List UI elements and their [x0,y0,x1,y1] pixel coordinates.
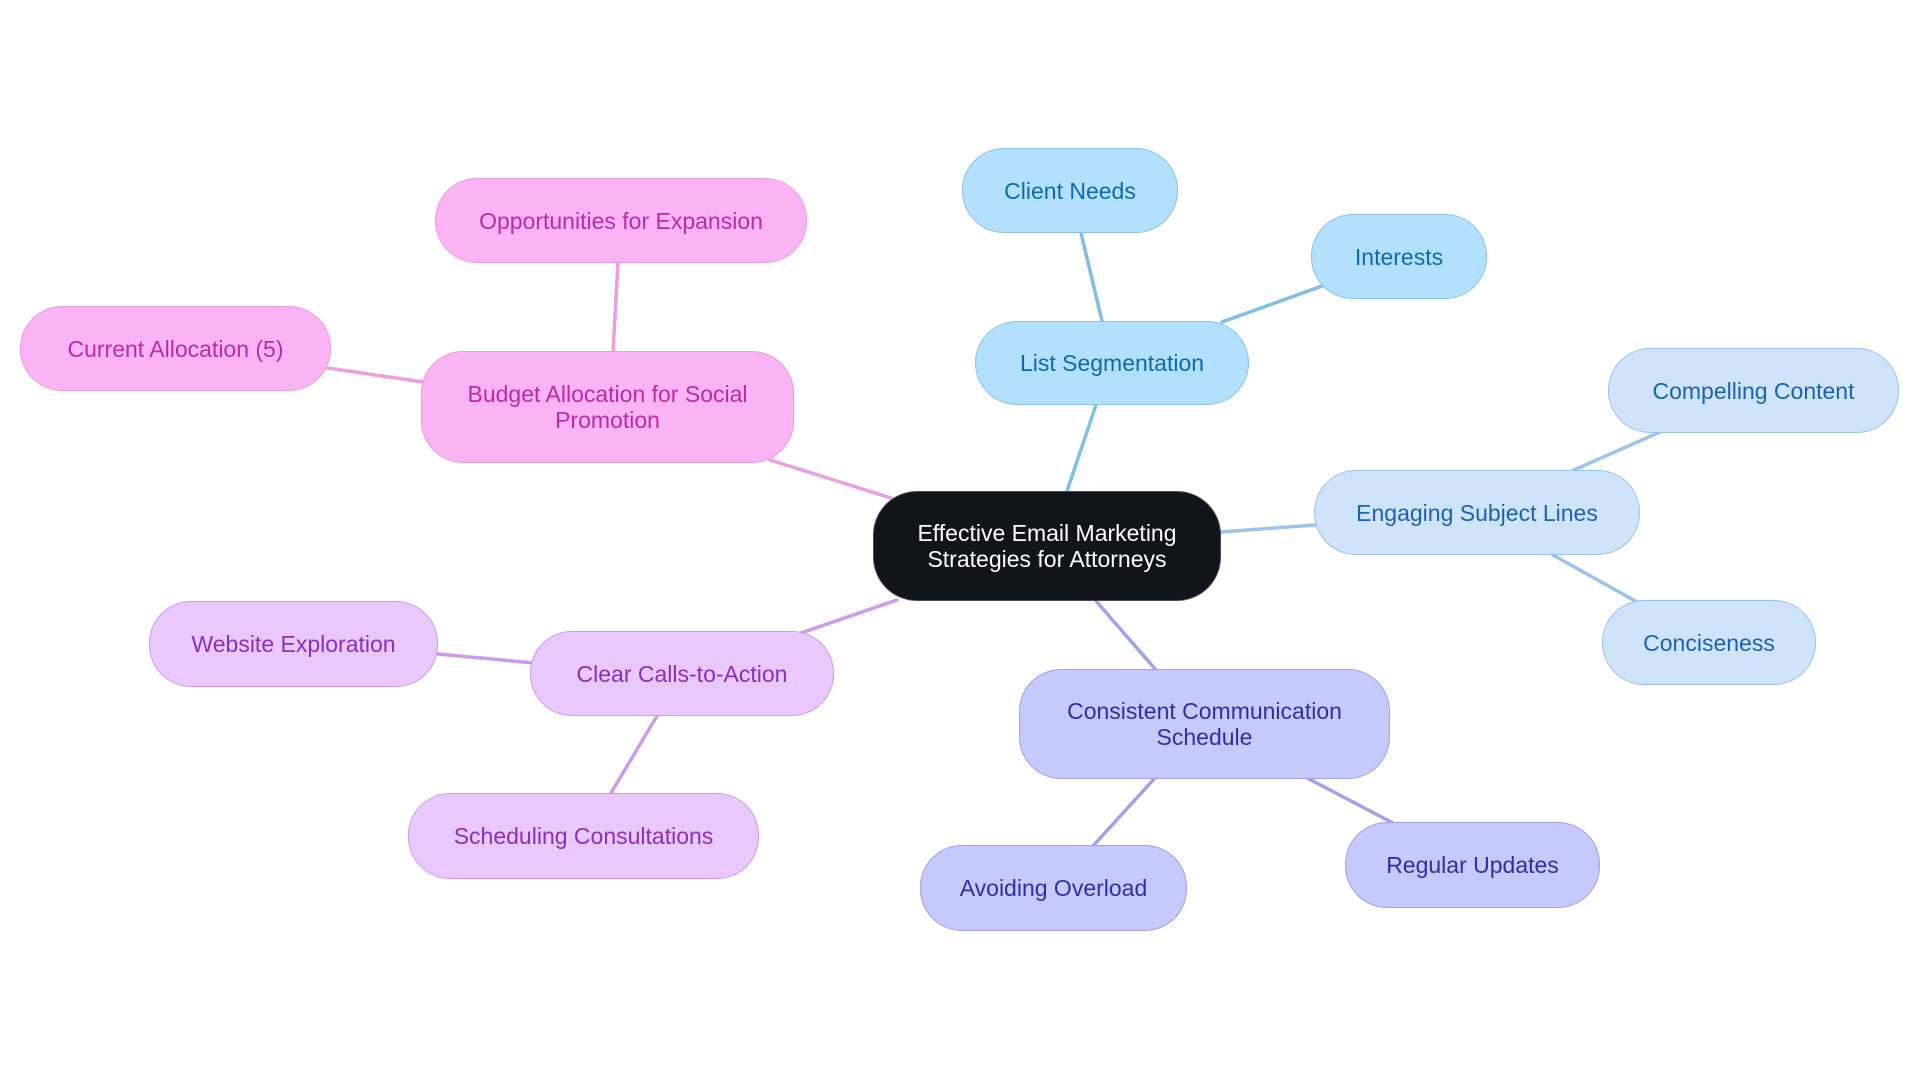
node-clear-calls-to-action[interactable]: Clear Calls-to-Action [530,631,834,716]
node-label: Conciseness [1643,630,1775,656]
node-label: Avoiding Overload [960,875,1148,901]
node-label-line: Compelling Content [1652,377,1855,404]
node-label: Consistent Communication Schedule [1067,698,1342,750]
node-label: Clear Calls-to-Action [577,661,788,687]
edge-budget-allocation-to-current-allocation [326,366,425,384]
node-scheduling-consultations[interactable]: Scheduling Consultations [408,793,759,879]
node-regular-updates[interactable]: Regular Updates [1345,822,1600,908]
node-label: Budget Allocation for Social Promotion [467,381,747,433]
edge-root-to-consistent-communication-schedule [1094,599,1158,672]
edge-root-to-engaging-subject-lines [1219,523,1317,534]
node-label-line: Regular Updates [1386,852,1559,878]
node-label: Client Needs [1004,178,1136,204]
node-label: List Segmentation [1020,350,1204,376]
node-label: Regular Updates [1386,852,1559,878]
node-website-exploration[interactable]: Website Exploration [149,601,438,687]
node-list-segmentation[interactable]: List Segmentation [975,321,1249,405]
node-label: Compelling Content [1652,378,1854,404]
node-label: Interests [1355,244,1443,270]
node-label-line: Avoiding Overload [959,875,1148,901]
node-root[interactable]: Effective Email Marketing Strategies for … [873,491,1221,601]
node-interests[interactable]: Interests [1311,214,1487,299]
node-label-line: Conciseness [1643,629,1775,656]
node-conciseness[interactable]: Conciseness [1602,600,1816,685]
node-label-line: Consistent Communication [1067,698,1342,724]
node-consistent-communication-schedule[interactable]: Consistent Communication Schedule [1019,669,1390,779]
edge-engaging-subject-lines-to-conciseness [1551,553,1639,604]
edge-root-to-budget-allocation [768,458,893,500]
node-label-line: Effective Email Marketing [917,520,1177,546]
node-label: Scheduling Consultations [454,823,714,849]
node-label: Website Exploration [191,631,395,657]
node-label-line: Engaging Subject Lines [1356,499,1598,526]
edge-root-to-clear-calls-to-action [799,598,899,635]
node-current-allocation[interactable]: Current Allocation (5) [20,306,331,391]
node-label-line: Scheduling Consultations [453,823,714,849]
node-label-line: Promotion [555,407,660,433]
edge-consistent-communication-schedule-to-regular-updates [1307,777,1395,825]
edge-engaging-subject-lines-to-compelling-content [1572,430,1662,472]
node-label-line: Website Exploration [191,631,396,657]
node-label-line: List Segmentation [1019,350,1205,376]
edge-consistent-communication-schedule-to-avoiding-overload [1091,777,1156,848]
edge-clear-calls-to-action-to-website-exploration [436,652,536,665]
node-label-line: Current Allocation (5) [67,335,284,362]
edge-list-segmentation-to-client-needs [1079,231,1104,323]
node-engaging-subject-lines[interactable]: Engaging Subject Lines [1314,470,1640,555]
node-label-line: Budget Allocation for Social [467,381,748,407]
node-label-line: Interests [1354,243,1444,270]
node-label: Effective Email Marketing Strategies for … [917,520,1176,572]
edge-root-to-list-segmentation [1065,403,1098,493]
node-avoiding-overload[interactable]: Avoiding Overload [920,845,1187,931]
edge-budget-allocation-to-opportunities-for-expansion [611,260,620,354]
node-compelling-content[interactable]: Compelling Content [1608,348,1899,433]
node-label-line: Strategies for Attorneys [927,546,1167,572]
edge-list-segmentation-to-interests [1220,284,1324,324]
node-label-line: Opportunities for Expansion [479,207,763,234]
node-label: Current Allocation (5) [67,336,283,362]
node-label-line: Client Needs [1004,177,1136,204]
node-opportunities-for-expansion[interactable]: Opportunities for Expansion [435,178,807,263]
mindmap-canvas: Effective Email Marketing Strategies for … [0,0,1920,1083]
node-client-needs[interactable]: Client Needs [962,148,1178,233]
edge-clear-calls-to-action-to-scheduling-consultations [609,714,659,795]
node-budget-allocation[interactable]: Budget Allocation for Social Promotion [421,351,794,463]
node-label-line: Schedule [1156,724,1253,750]
node-label-line: Clear Calls-to-Action [576,660,788,687]
node-label: Engaging Subject Lines [1356,500,1598,526]
node-label: Opportunities for Expansion [479,208,763,234]
